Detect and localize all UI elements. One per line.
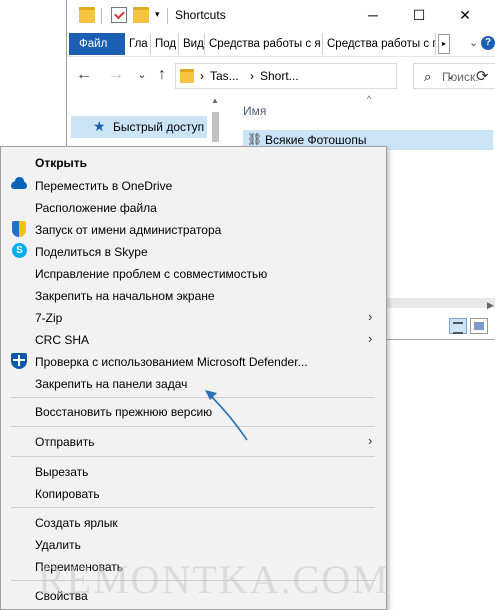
tab-view[interactable]: Вид bbox=[179, 33, 205, 55]
menu-separator bbox=[11, 426, 375, 427]
breadcrumb-separator: › bbox=[250, 69, 254, 83]
onedrive-icon bbox=[11, 177, 27, 189]
new-folder-icon[interactable] bbox=[133, 7, 149, 23]
details-view-button[interactable] bbox=[449, 318, 467, 334]
sort-indicator-icon: ^ bbox=[367, 94, 372, 104]
breadcrumb-shortcuts[interactable]: Short... bbox=[260, 69, 299, 83]
horizontal-scrollbar[interactable] bbox=[385, 298, 495, 308]
menu-item-delete[interactable]: Удалить bbox=[1, 533, 386, 555]
back-button[interactable]: ← bbox=[75, 66, 93, 84]
menu-item-label: Переместить в OneDrive bbox=[35, 179, 173, 193]
nav-item-quick-access[interactable]: ★ Быстрый доступ bbox=[71, 116, 207, 138]
ribbon-tabs: Файл Гла Под Вид Средства работы с я Сре… bbox=[67, 31, 495, 57]
menu-item-label: Копировать bbox=[35, 487, 100, 501]
menu-separator bbox=[11, 507, 375, 508]
menu-item-label: 7-Zip bbox=[35, 311, 63, 325]
close-button[interactable]: ✕ bbox=[442, 0, 488, 31]
tab-shortcut-tools[interactable]: Средства работы с я bbox=[205, 33, 323, 55]
folder-icon bbox=[79, 7, 95, 23]
skype-icon: S bbox=[12, 243, 27, 258]
minimize-button[interactable]: ─ bbox=[350, 0, 396, 31]
submenu-arrow-icon: › bbox=[368, 433, 373, 448]
help-icon[interactable]: ? bbox=[481, 36, 495, 50]
menu-item-open[interactable]: Открыть bbox=[1, 151, 386, 173]
menu-item-crc-sha[interactable]: CRC SHA › bbox=[1, 328, 386, 350]
submenu-arrow-icon: › bbox=[368, 309, 373, 324]
quick-access-dropdown-icon[interactable]: ▾ bbox=[155, 9, 160, 20]
menu-item-share-skype[interactable]: S Поделиться в Skype bbox=[1, 240, 386, 262]
folder-icon bbox=[180, 69, 194, 83]
tab-home[interactable]: Гла bbox=[125, 33, 151, 55]
menu-item-7zip[interactable]: 7-Zip › bbox=[1, 306, 386, 328]
breadcrumb-taskbar[interactable]: Tas... bbox=[210, 69, 239, 83]
submenu-arrow-icon: › bbox=[368, 331, 373, 346]
menu-item-label: Запуск от имени администратора bbox=[35, 223, 222, 237]
up-button[interactable]: ↑ bbox=[153, 66, 171, 84]
menu-item-troubleshoot-compatibility[interactable]: Исправление проблем с совместимостью bbox=[1, 262, 386, 284]
large-icons-view-button[interactable] bbox=[470, 318, 488, 334]
forward-button[interactable]: → bbox=[107, 66, 125, 84]
search-input[interactable]: ⌕ Поиск: bbox=[413, 63, 495, 89]
menu-item-label: Вырезать bbox=[35, 465, 89, 479]
tab-file[interactable]: Файл bbox=[69, 33, 125, 55]
annotation-arrow bbox=[205, 390, 248, 441]
breadcrumb-separator: › bbox=[200, 69, 204, 83]
menu-item-pin-to-start[interactable]: Закрепить на начальном экране bbox=[1, 284, 386, 306]
properties-icon[interactable] bbox=[111, 7, 127, 23]
menu-item-file-location[interactable]: Расположение файла bbox=[1, 196, 386, 218]
column-header-name[interactable]: Имя bbox=[243, 104, 266, 118]
nav-item-label: Быстрый доступ bbox=[113, 120, 205, 134]
menu-item-label: Закрепить на начальном экране bbox=[35, 289, 215, 303]
title-separator bbox=[167, 8, 168, 24]
menu-item-create-shortcut[interactable]: Создать ярлык bbox=[1, 511, 386, 533]
recent-locations-icon[interactable]: ⌄ bbox=[133, 68, 151, 81]
menu-item-label: Отправить bbox=[35, 435, 95, 449]
defender-icon bbox=[11, 353, 27, 369]
file-name: Всякие Фотошопы bbox=[265, 133, 367, 147]
menu-item-send-to[interactable]: Отправить › bbox=[1, 430, 386, 452]
menu-item-move-to-onedrive[interactable]: Переместить в OneDrive bbox=[1, 174, 386, 196]
star-icon: ★ bbox=[93, 118, 106, 134]
menu-item-label: Восстановить прежнюю версию bbox=[35, 405, 213, 419]
menu-item-label: Исправление проблем с совместимостью bbox=[35, 267, 268, 281]
menu-item-run-as-admin[interactable]: Запуск от имени администратора bbox=[1, 218, 386, 240]
ribbon-scroll-right-icon[interactable]: ▸ bbox=[438, 34, 450, 54]
window-title: Shortcuts bbox=[175, 8, 226, 22]
menu-item-label: Расположение файла bbox=[35, 201, 157, 215]
menu-item-label: Проверка с использованием Microsoft Defe… bbox=[35, 355, 308, 369]
ribbon-collapse-icon[interactable]: ⌄ bbox=[469, 36, 478, 49]
menu-item-defender-scan[interactable]: Проверка с использованием Microsoft Defe… bbox=[1, 350, 386, 372]
search-placeholder: Поиск: bbox=[442, 70, 479, 84]
menu-item-restore-previous-versions[interactable]: Восстановить прежнюю версию bbox=[1, 400, 386, 422]
shortcut-icon: ⛓ bbox=[247, 132, 263, 146]
tab-share[interactable]: Под bbox=[151, 33, 179, 55]
address-bar[interactable]: › Tas... › Short... ⌄ ⟳ bbox=[175, 63, 489, 89]
maximize-button[interactable]: ☐ bbox=[396, 0, 442, 31]
menu-separator bbox=[11, 456, 375, 457]
watermark: REMONTKA.COM bbox=[38, 557, 390, 602]
uac-shield-icon bbox=[12, 221, 26, 237]
menu-item-label: CRC SHA bbox=[35, 333, 90, 347]
menu-separator bbox=[11, 397, 375, 398]
menu-item-label: Поделиться в Skype bbox=[35, 245, 148, 259]
menu-item-cut[interactable]: Вырезать bbox=[1, 460, 386, 482]
navigation-bar: ← → ⌄ ↑ › Tas... › Short... ⌄ ⟳ ⌕ Поиск: bbox=[67, 57, 495, 93]
quick-access-separator bbox=[101, 8, 102, 24]
menu-item-label: Закрепить на панели задач bbox=[35, 377, 188, 391]
menu-item-label: Создать ярлык bbox=[35, 516, 118, 530]
menu-item-pin-to-taskbar[interactable]: Закрепить на панели задач bbox=[1, 372, 386, 394]
menu-item-copy[interactable]: Копировать bbox=[1, 482, 386, 504]
tab-app-tools[interactable]: Средства работы с п bbox=[323, 33, 436, 55]
search-icon: ⌕ bbox=[424, 69, 432, 84]
title-bar: ▾ Shortcuts ─ ☐ ✕ bbox=[67, 0, 495, 31]
menu-item-label: Удалить bbox=[35, 538, 81, 552]
context-menu: Открыть Переместить в OneDrive Расположе… bbox=[0, 146, 387, 610]
menu-item-label: Открыть bbox=[35, 156, 88, 170]
